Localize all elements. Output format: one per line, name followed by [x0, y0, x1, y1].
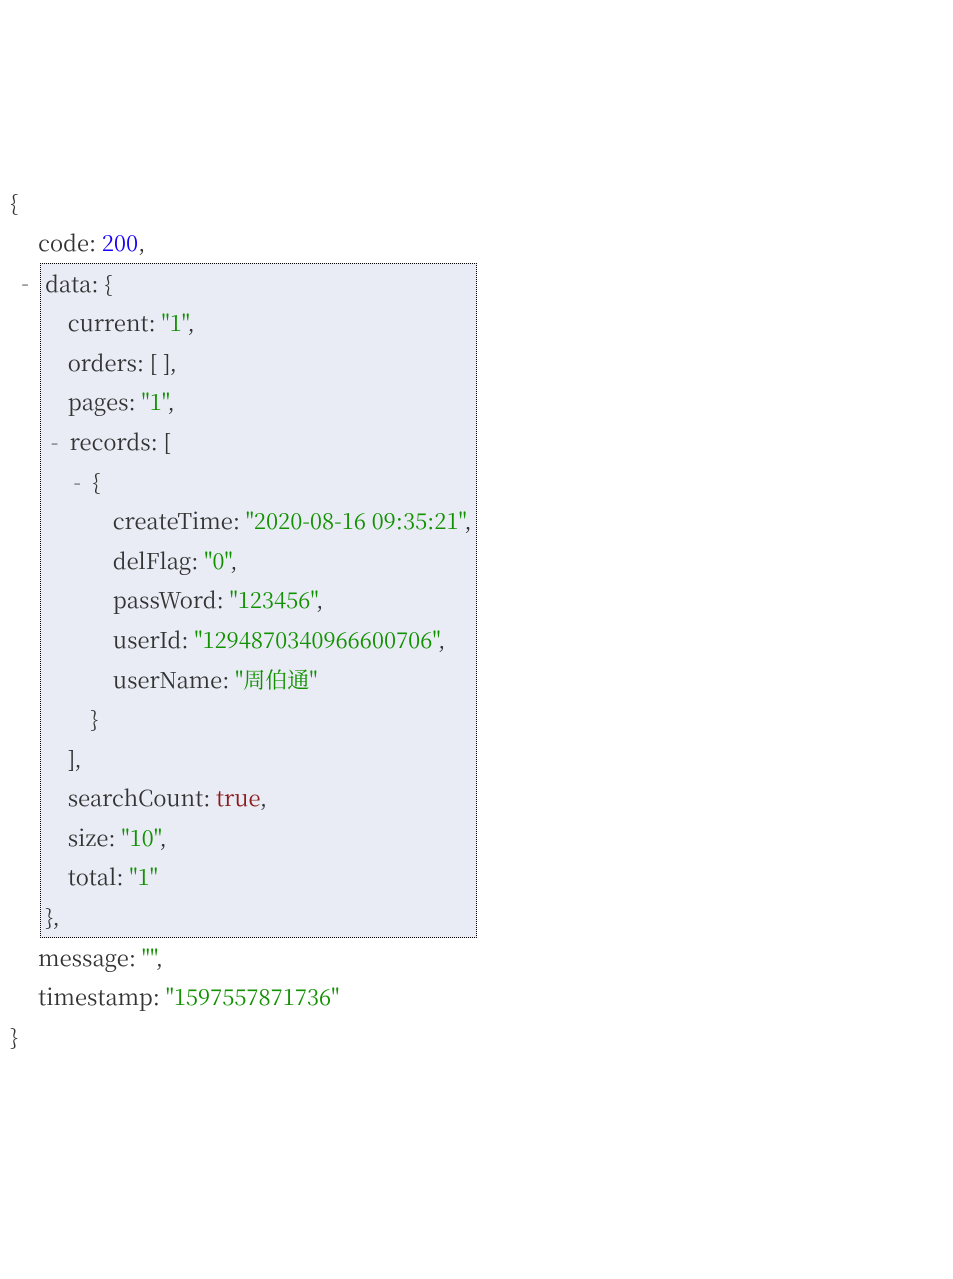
colon: :	[151, 426, 164, 457]
comma: ,	[316, 584, 323, 615]
colon: :	[222, 664, 235, 695]
key-userName: userName	[113, 664, 222, 695]
comma: ,	[230, 545, 237, 576]
comma: ,	[168, 386, 175, 417]
comma: ,	[156, 942, 163, 973]
colon: :	[217, 584, 230, 615]
key-createTime: createTime	[113, 505, 233, 536]
collapse-toggle[interactable]: -	[21, 263, 29, 303]
colon: :	[108, 822, 121, 853]
colon: :	[233, 505, 246, 536]
value-code: 200	[102, 227, 138, 258]
comma: ,	[464, 505, 471, 536]
key-code: code	[38, 227, 89, 258]
key-passWord: passWord	[113, 584, 217, 615]
value-passWord: "123456"	[229, 584, 316, 615]
value-pages: "1"	[141, 386, 167, 417]
highlight-region: data: { current: "1", orders: [ ], pages…	[40, 263, 476, 938]
colon: :	[191, 545, 204, 576]
brace-close: }	[90, 703, 98, 734]
comma: ,	[187, 307, 194, 338]
key-total: total	[68, 861, 117, 892]
value-createTime: "2020-08-16 09:35:21"	[246, 505, 465, 536]
value-current: "1"	[161, 307, 187, 338]
key-message: message	[38, 942, 129, 973]
value-timestamp: "1597557871736"	[166, 981, 340, 1012]
brace-open: {	[10, 187, 18, 218]
brace-open: {	[104, 268, 112, 299]
brace-close: }	[45, 901, 52, 932]
key-data: data	[45, 268, 91, 299]
colon: :	[153, 981, 166, 1012]
colon: :	[203, 782, 216, 813]
key-current: current	[68, 307, 149, 338]
comma: ,	[52, 901, 59, 932]
brace-close: }	[10, 1021, 18, 1052]
colon: :	[148, 307, 161, 338]
colon: :	[89, 227, 102, 258]
collapse-toggle[interactable]: -	[73, 462, 81, 502]
comma: ,	[138, 227, 145, 258]
value-searchCount: true	[216, 782, 260, 813]
bracket-open: [	[163, 426, 171, 457]
comma: ,	[260, 782, 267, 813]
value-size: "10"	[121, 822, 159, 853]
key-size: size	[68, 822, 109, 853]
colon: :	[137, 347, 150, 378]
value-delFlag: "0"	[204, 545, 230, 576]
comma: ,	[74, 743, 81, 774]
json-viewer: { code: 200, - data: { current: "1", ord…	[10, 183, 943, 1056]
comma: ,	[438, 624, 445, 655]
value-userId: "1294870340966600706"	[194, 624, 438, 655]
value-orders-empty: [ ]	[150, 347, 170, 378]
brace-open: {	[92, 466, 100, 497]
comma: ,	[159, 822, 166, 853]
key-timestamp: timestamp	[38, 981, 153, 1012]
collapse-toggle[interactable]: -	[51, 422, 59, 462]
comma: ,	[170, 347, 177, 378]
colon: :	[181, 624, 194, 655]
value-message: ""	[142, 942, 156, 973]
colon: :	[129, 386, 142, 417]
value-userName: "周伯通"	[235, 664, 318, 695]
key-orders: orders	[68, 347, 137, 378]
key-delFlag: delFlag	[113, 545, 191, 576]
colon: :	[129, 942, 142, 973]
colon: :	[91, 268, 104, 299]
key-pages: pages	[68, 386, 129, 417]
value-total: "1"	[129, 861, 158, 892]
key-userId: userId	[113, 624, 182, 655]
colon: :	[116, 861, 129, 892]
key-records: records	[70, 426, 151, 457]
key-searchCount: searchCount	[68, 782, 204, 813]
